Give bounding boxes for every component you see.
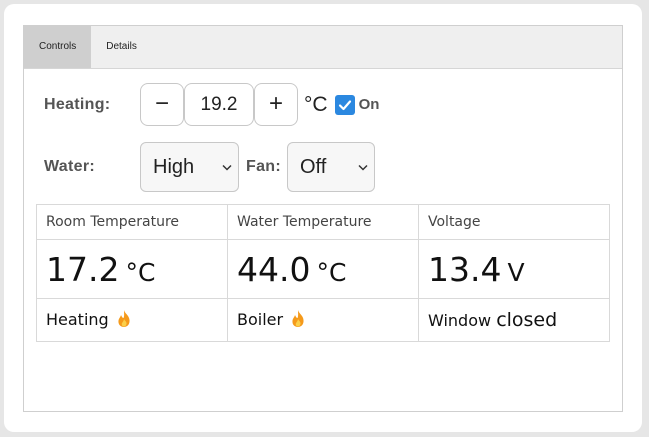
tab-controls[interactable]: Controls xyxy=(24,26,92,68)
table-status-row: Heating Boiler Window closed xyxy=(36,298,610,342)
room-temperature-value: 17.2 xyxy=(46,249,120,289)
boiler-status-text: Boiler xyxy=(237,309,284,329)
header-voltage: Voltage xyxy=(418,204,610,240)
window-status-text: Window xyxy=(428,311,492,330)
heating-row: Heating: − 19.2 + °C On xyxy=(44,83,379,126)
fan-label: Fan: xyxy=(246,158,281,175)
flame-icon xyxy=(289,309,307,332)
heating-label: Heating: xyxy=(44,95,111,113)
decrement-button[interactable]: − xyxy=(140,83,184,126)
tab-panel: Controls Details Heating: − 19.2 + °C On… xyxy=(23,25,623,412)
checkmark-icon xyxy=(338,99,351,110)
boiler-status-cell: Boiler xyxy=(227,298,419,342)
room-temperature-cell: 17.2 °C xyxy=(36,239,228,299)
app-card: Controls Details Heating: − 19.2 + °C On… xyxy=(4,4,642,432)
voltage-cell: 13.4 V xyxy=(418,239,610,299)
fan-select-value: Off xyxy=(299,155,327,178)
voltage-unit: V xyxy=(507,257,525,287)
room-temperature-unit: °C xyxy=(125,257,156,287)
chevron-down-icon xyxy=(222,160,232,174)
water-select-value: High xyxy=(153,155,195,178)
window-status-value: closed xyxy=(496,309,558,331)
fan-select[interactable]: Off xyxy=(286,142,375,192)
table-value-row: 17.2 °C 44.0 °C 13.4 V xyxy=(36,239,610,299)
table-header-row: Room Temperature Water Temperature Volta… xyxy=(36,204,610,240)
tab-bar: Controls Details xyxy=(24,26,622,69)
voltage-value: 13.4 xyxy=(428,249,502,289)
heating-on-checkbox[interactable] xyxy=(334,94,355,115)
chevron-down-icon xyxy=(358,160,368,174)
heating-setpoint-value[interactable]: 19.2 xyxy=(184,83,254,126)
heating-on-label: On xyxy=(358,96,380,113)
window-status-cell: Window closed xyxy=(418,298,610,342)
tab-details[interactable]: Details xyxy=(91,26,152,68)
heating-status-cell: Heating xyxy=(36,298,228,342)
header-room-temperature: Room Temperature xyxy=(36,204,228,240)
water-temperature-value: 44.0 xyxy=(237,249,311,289)
header-water-temperature: Water Temperature xyxy=(227,204,419,240)
heating-status-text: Heating xyxy=(46,309,109,329)
increment-button[interactable]: + xyxy=(254,83,298,126)
water-label: Water: xyxy=(44,158,95,175)
water-temperature-cell: 44.0 °C xyxy=(227,239,419,299)
heating-unit: °C xyxy=(304,92,328,116)
flame-icon xyxy=(115,309,133,332)
water-fan-row: Water: High Fan: Off xyxy=(44,142,375,192)
readings-table: Room Temperature Water Temperature Volta… xyxy=(36,204,610,342)
water-temperature-unit: °C xyxy=(316,257,347,287)
water-select[interactable]: High xyxy=(140,142,239,192)
